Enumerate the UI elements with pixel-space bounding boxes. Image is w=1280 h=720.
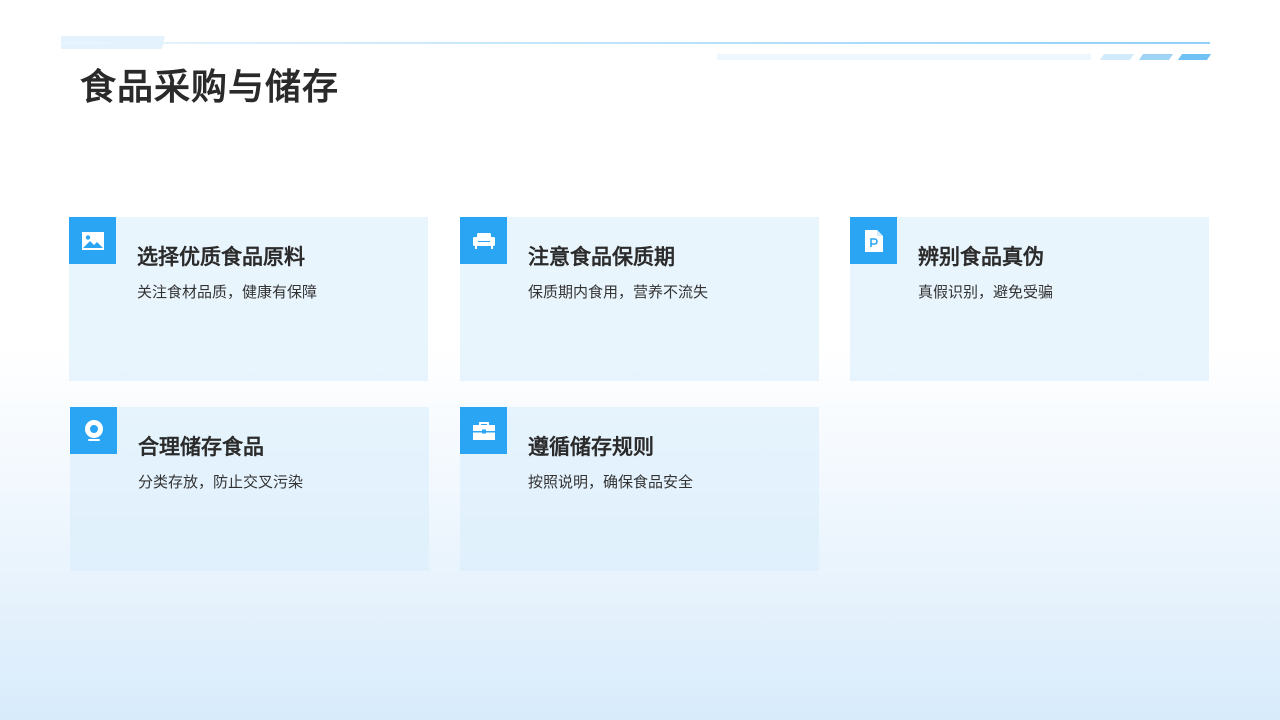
card-description: 保质期内食用，营养不流失 [528, 283, 709, 301]
header-bar-decoration [717, 54, 1091, 60]
sofa-icon [460, 217, 507, 264]
card-select-quality: 选择优质食品原料 关注食材品质，健康有保障 [69, 217, 428, 381]
card-title: 遵循储存规则 [528, 435, 654, 459]
card-title: 注意食品保质期 [528, 245, 675, 269]
image-icon [69, 217, 116, 264]
card-title: 选择优质食品原料 [137, 245, 305, 269]
webcam-icon [70, 407, 117, 454]
header-line-decoration [61, 42, 1210, 44]
card-proper-storage: 合理储存食品 分类存放，防止交叉污染 [70, 407, 429, 571]
card-identify-authenticity: 辨别食品真伪 真假识别，避免受骗 [850, 217, 1209, 381]
card-shelf-life: 注意食品保质期 保质期内食用，营养不流失 [460, 217, 819, 381]
card-description: 分类存放，防止交叉污染 [138, 473, 304, 491]
card-storage-rules: 遵循储存规则 按照说明，确保食品安全 [460, 407, 819, 571]
card-description: 按照说明，确保食品安全 [528, 473, 694, 491]
header-dash-decoration [1177, 54, 1212, 60]
briefcase-icon [460, 407, 507, 454]
document-icon [850, 217, 897, 264]
card-title: 辨别食品真伪 [918, 245, 1044, 269]
card-description: 关注食材品质，健康有保障 [137, 283, 318, 301]
header-dash-decoration [1138, 54, 1174, 60]
card-description: 真假识别，避免受骗 [918, 283, 1054, 301]
header-dash-decoration [1099, 54, 1135, 60]
page-title: 食品采购与储存 [80, 67, 340, 108]
card-title: 合理储存食品 [138, 435, 264, 459]
